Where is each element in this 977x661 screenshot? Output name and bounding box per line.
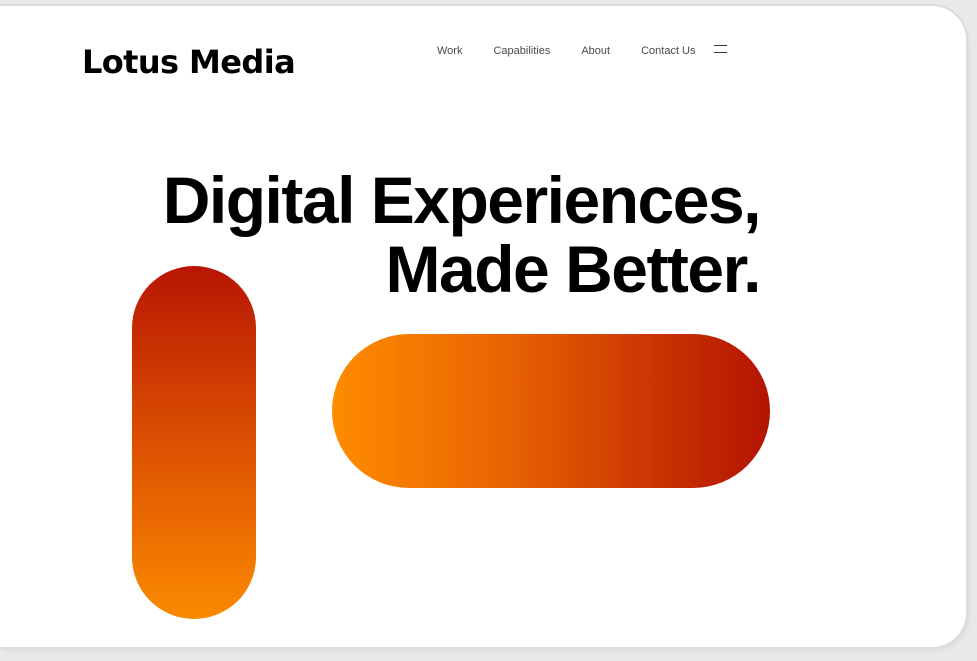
main-nav: Work Capabilities About Contact Us [437, 42, 727, 60]
decorative-horizontal-pill [332, 334, 770, 488]
hero-headline-line-1: Digital Experiences, [162, 163, 762, 237]
site-logo[interactable]: Lotus Media [82, 42, 296, 82]
nav-link-capabilities[interactable]: Capabilities [493, 42, 550, 60]
nav-link-about[interactable]: About [581, 42, 610, 60]
browser-viewport: Lotus Media Work Capabilities About Cont… [0, 6, 966, 647]
nav-link-work[interactable]: Work [437, 42, 462, 60]
nav-link-contact-us[interactable]: Contact Us [641, 42, 695, 60]
decorative-vertical-pill [132, 266, 256, 619]
hamburger-menu-icon[interactable] [713, 45, 727, 53]
